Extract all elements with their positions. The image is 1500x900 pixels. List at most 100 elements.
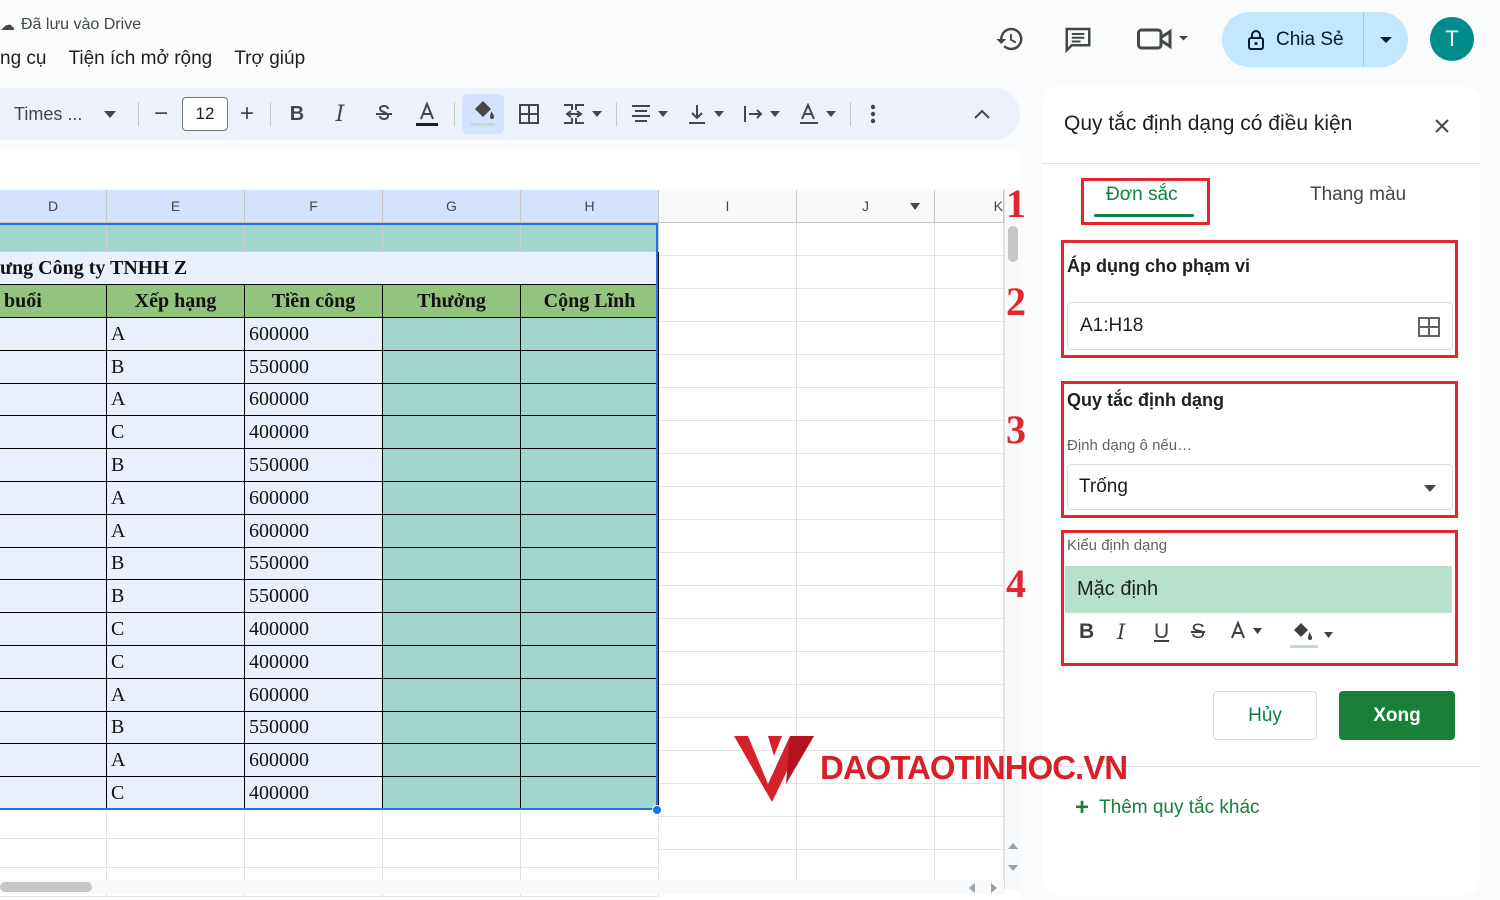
- empty-cell[interactable]: [521, 839, 659, 868]
- wage-cell[interactable]: 600000: [245, 318, 383, 351]
- bonus-cell[interactable]: [383, 384, 521, 416]
- bonus-cell[interactable]: [383, 416, 521, 449]
- table-header-cell[interactable]: Xếp hạng: [107, 285, 245, 318]
- total-cell[interactable]: [521, 646, 659, 679]
- column-header-g[interactable]: G: [383, 190, 521, 223]
- horizontal-scroll-thumb[interactable]: [0, 882, 92, 892]
- empty-cell[interactable]: [0, 810, 107, 839]
- scroll-left-icon[interactable]: [968, 883, 976, 893]
- fill-color-button[interactable]: [462, 94, 504, 134]
- bonus-cell[interactable]: [383, 548, 521, 580]
- bonus-cell[interactable]: [383, 482, 521, 515]
- fill-handle[interactable]: [652, 805, 662, 815]
- text-color-button[interactable]: [410, 88, 444, 140]
- empty-cell[interactable]: [797, 388, 935, 421]
- table-cell[interactable]: [0, 613, 107, 646]
- tab-color-scale[interactable]: Thang màu: [1310, 184, 1406, 206]
- history-icon[interactable]: [993, 22, 1027, 56]
- empty-cell[interactable]: [659, 487, 797, 520]
- empty-cell[interactable]: [935, 289, 1004, 322]
- wage-cell[interactable]: 550000: [245, 351, 383, 384]
- bonus-cell[interactable]: [383, 712, 521, 744]
- scroll-down-icon[interactable]: [1008, 864, 1018, 872]
- rank-cell[interactable]: B: [107, 351, 245, 384]
- empty-cell[interactable]: [659, 223, 797, 256]
- table-cell[interactable]: [0, 318, 107, 351]
- collapse-toolbar-button[interactable]: [970, 88, 994, 140]
- column-header-i[interactable]: I: [659, 190, 797, 223]
- table-cell[interactable]: [0, 515, 107, 548]
- scroll-up-icon[interactable]: [1008, 842, 1018, 850]
- empty-cell[interactable]: [797, 487, 935, 520]
- empty-cell[interactable]: [107, 810, 245, 839]
- empty-cell[interactable]: [935, 685, 1004, 718]
- empty-cell[interactable]: [659, 586, 797, 619]
- empty-cell[interactable]: [797, 553, 935, 586]
- empty-cell[interactable]: [107, 839, 245, 868]
- empty-cell[interactable]: [797, 685, 935, 718]
- table-cell[interactable]: [0, 712, 107, 744]
- table-cell[interactable]: [0, 384, 107, 416]
- empty-cell[interactable]: [0, 839, 107, 868]
- cancel-button[interactable]: Hủy: [1213, 691, 1317, 740]
- wage-cell[interactable]: 550000: [245, 712, 383, 744]
- column-header-e[interactable]: E: [107, 190, 245, 223]
- rank-cell[interactable]: A: [107, 679, 245, 712]
- wage-cell[interactable]: 550000: [245, 449, 383, 482]
- rank-cell[interactable]: C: [107, 613, 245, 646]
- column-header-k[interactable]: K: [935, 190, 1004, 223]
- empty-cell[interactable]: [797, 454, 935, 487]
- table-header-cell[interactable]: Cộng Lĩnh: [521, 285, 659, 318]
- bonus-cell[interactable]: [383, 580, 521, 613]
- table-cell[interactable]: [0, 777, 107, 810]
- empty-cell[interactable]: [659, 619, 797, 652]
- empty-cell[interactable]: [935, 355, 1004, 388]
- comment-icon[interactable]: [1061, 22, 1095, 56]
- vertical-align-button[interactable]: [682, 88, 728, 140]
- table-cell[interactable]: [0, 744, 107, 777]
- table-cell[interactable]: [0, 580, 107, 613]
- merge-cells-button[interactable]: [558, 88, 606, 140]
- rank-cell[interactable]: B: [107, 580, 245, 613]
- wage-cell[interactable]: 400000: [245, 777, 383, 810]
- filter-dropdown-icon[interactable]: [910, 203, 920, 210]
- bonus-cell[interactable]: [383, 449, 521, 482]
- table-cell[interactable]: [0, 223, 107, 252]
- vertical-scroll-thumb[interactable]: [1008, 226, 1018, 262]
- menu-tools[interactable]: ng cụ: [0, 48, 46, 70]
- rank-cell[interactable]: C: [107, 646, 245, 679]
- rank-cell[interactable]: C: [107, 777, 245, 810]
- horizontal-scrollbar[interactable]: [0, 880, 1004, 894]
- increase-font-size-button[interactable]: +: [234, 88, 260, 140]
- empty-cell[interactable]: [935, 322, 1004, 355]
- rank-cell[interactable]: B: [107, 449, 245, 482]
- empty-cell[interactable]: [797, 652, 935, 685]
- column-header-d[interactable]: D: [0, 190, 107, 223]
- empty-cell[interactable]: [659, 256, 797, 289]
- table-header-cell[interactable]: Thưởng: [383, 285, 521, 318]
- empty-cell[interactable]: [935, 256, 1004, 289]
- bonus-cell[interactable]: [383, 515, 521, 548]
- bold-button[interactable]: B: [282, 88, 312, 140]
- avatar[interactable]: T: [1430, 17, 1474, 61]
- empty-cell[interactable]: [659, 520, 797, 553]
- wage-cell[interactable]: 550000: [245, 548, 383, 580]
- empty-cell[interactable]: [659, 553, 797, 586]
- wage-cell[interactable]: 400000: [245, 646, 383, 679]
- bonus-cell[interactable]: [383, 646, 521, 679]
- column-header-h[interactable]: H: [521, 190, 659, 223]
- wage-cell[interactable]: 400000: [245, 416, 383, 449]
- total-cell[interactable]: [521, 613, 659, 646]
- empty-cell[interactable]: [797, 421, 935, 454]
- share-button[interactable]: Chia Sẻ: [1222, 12, 1364, 67]
- total-cell[interactable]: [521, 384, 659, 416]
- empty-cell[interactable]: [797, 322, 935, 355]
- empty-cell[interactable]: [659, 421, 797, 454]
- empty-cell[interactable]: [659, 685, 797, 718]
- bonus-cell[interactable]: [383, 613, 521, 646]
- empty-cell[interactable]: [245, 810, 383, 839]
- total-cell[interactable]: [521, 744, 659, 777]
- table-cell[interactable]: [0, 449, 107, 482]
- empty-cell[interactable]: [659, 454, 797, 487]
- meet-icon[interactable]: [1136, 22, 1192, 56]
